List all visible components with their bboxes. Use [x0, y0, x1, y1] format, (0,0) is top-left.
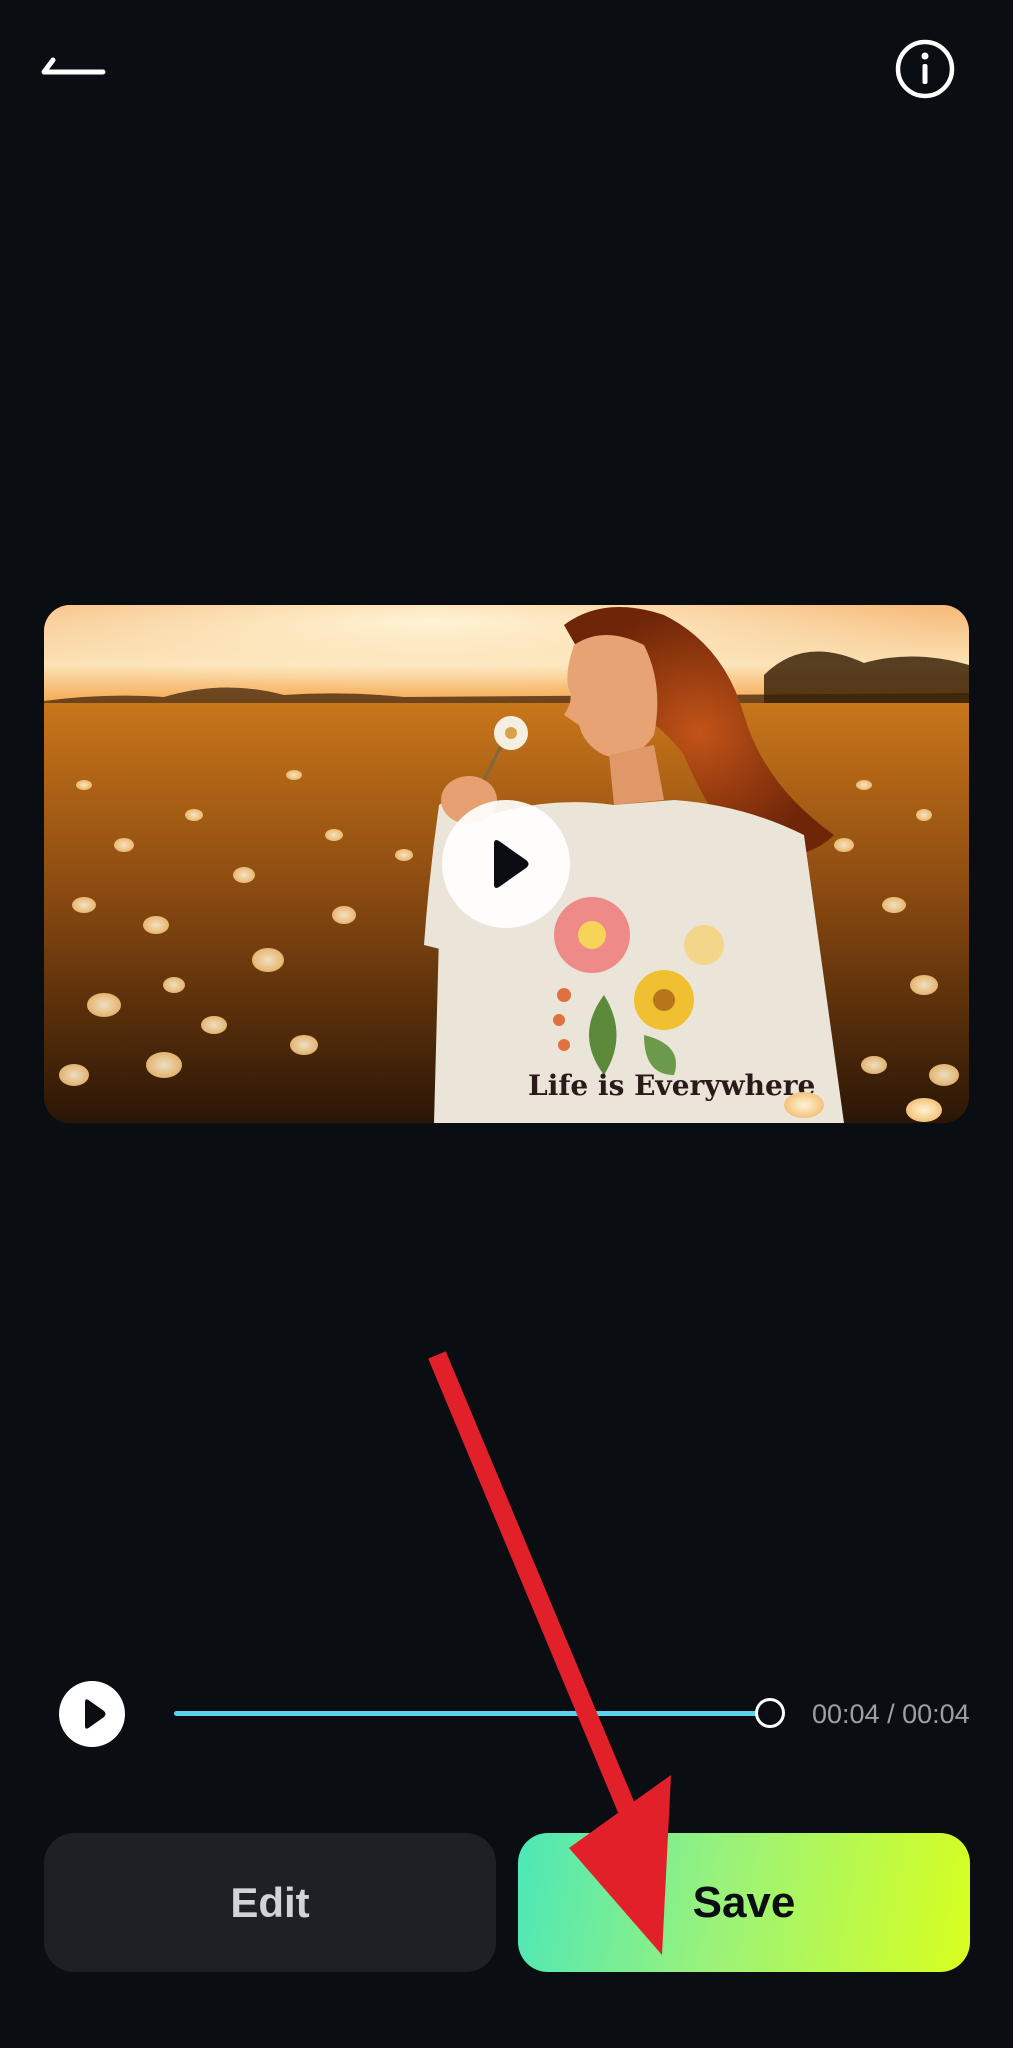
back-button[interactable]	[40, 40, 120, 100]
seek-bar[interactable]	[174, 1711, 769, 1716]
seek-bar-progress	[174, 1711, 769, 1716]
info-button[interactable]	[894, 38, 956, 100]
video-result-screen: Life is Everywhere 00:04 / 00:04 Edit Sa…	[0, 0, 1013, 2048]
back-arrow-icon	[41, 57, 106, 75]
save-button[interactable]: Save	[518, 1833, 970, 1972]
preview-play-button[interactable]	[442, 800, 570, 928]
playback-time: 00:04 / 00:04	[812, 1699, 970, 1729]
play-icon	[494, 840, 529, 888]
edit-button[interactable]: Edit	[44, 1833, 496, 1972]
info-icon	[895, 39, 955, 99]
shirt-print-text: Life is Everywhere	[528, 1069, 815, 1102]
play-icon	[85, 1699, 106, 1729]
player-play-button[interactable]	[59, 1681, 125, 1747]
seek-bar-handle[interactable]	[755, 1698, 785, 1728]
